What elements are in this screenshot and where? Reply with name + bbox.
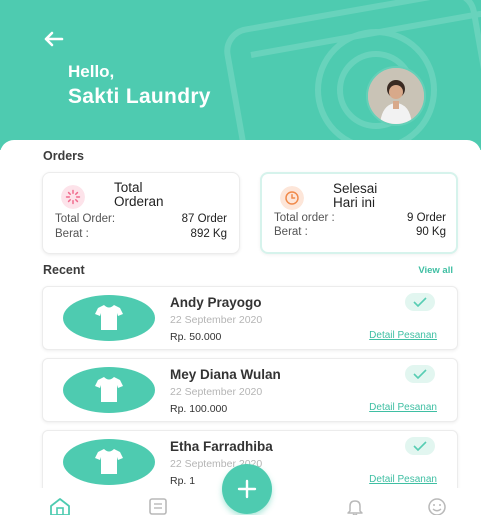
done-weight-label: Berat : [274,226,308,238]
home-icon[interactable] [49,498,71,515]
order-price: Rp. 100.000 [170,403,228,415]
orders-title: Orders [43,149,84,163]
avatar[interactable] [366,66,426,126]
total-order-label: Total Order: [55,213,116,225]
done-order-label: Total order : [274,212,335,224]
washing-machine-decoration [224,0,481,150]
total-orders-card[interactable]: Total Orderan Total Order: 87 Order Bera… [42,172,240,254]
detail-pesanan-link[interactable]: Detail Pesanan [369,474,437,485]
total-order-row: Total Order: 87 Order [55,213,227,225]
smiley-icon[interactable] [426,498,448,515]
total-order-value: 87 Order [181,213,227,225]
detail-pesanan-link[interactable]: Detail Pesanan [369,330,437,341]
total-weight-row: Berat : 892 Kg [55,228,227,240]
done-today-title: Selesai Hari ini [333,182,377,210]
done-order-value: 9 Order [407,212,446,224]
recent-title: Recent [43,263,85,277]
total-title-line1: Total [114,180,143,195]
customer-name: Etha Farradhiba [170,439,273,454]
done-weight-value: 90 Kg [415,226,446,238]
shirt-icon [63,439,155,485]
total-orders-title: Total Orderan [114,181,164,209]
check-icon [405,365,435,383]
done-title-line2: Hari ini [333,195,376,210]
add-icon [237,479,257,499]
check-icon [405,293,435,311]
list-item[interactable]: Mey Diana Wulan 22 September 2020 Rp. 10… [42,358,458,422]
header: Hello, Sakti Laundry [0,0,481,150]
total-weight-value: 892 Kg [190,228,227,240]
shirt-icon [63,295,155,341]
add-button[interactable] [222,464,272,514]
order-price: Rp. 1 [170,475,196,487]
order-date: 22 September 2020 [170,386,263,398]
customer-name: Mey Diana Wulan [170,367,281,382]
shirt-icon [63,367,155,413]
list-item[interactable]: Andy Prayogo 22 September 2020 Rp. 50.00… [42,286,458,350]
back-arrow-icon[interactable] [40,25,70,53]
orders-list-icon[interactable] [147,498,169,515]
check-icon [405,437,435,455]
greeting-text: Hello, [68,62,115,81]
clock-icon [280,186,304,210]
done-title-line1: Selesai [333,181,378,196]
sparkle-icon [61,185,85,209]
view-all-link[interactable]: View all [418,265,453,276]
total-title-line2: Orderan [114,194,164,209]
shop-name: Sakti Laundry [68,85,211,108]
done-weight-row: Berat : 90 Kg [274,226,446,238]
done-today-card[interactable]: Selesai Hari ini Total order : 9 Order B… [260,172,458,254]
customer-name: Andy Prayogo [170,295,262,310]
order-date: 22 September 2020 [170,314,263,326]
detail-pesanan-link[interactable]: Detail Pesanan [369,402,437,413]
order-price: Rp. 50.000 [170,331,222,343]
bell-icon[interactable] [344,498,366,515]
done-order-row: Total order : 9 Order [274,212,446,224]
total-weight-label: Berat : [55,228,89,240]
